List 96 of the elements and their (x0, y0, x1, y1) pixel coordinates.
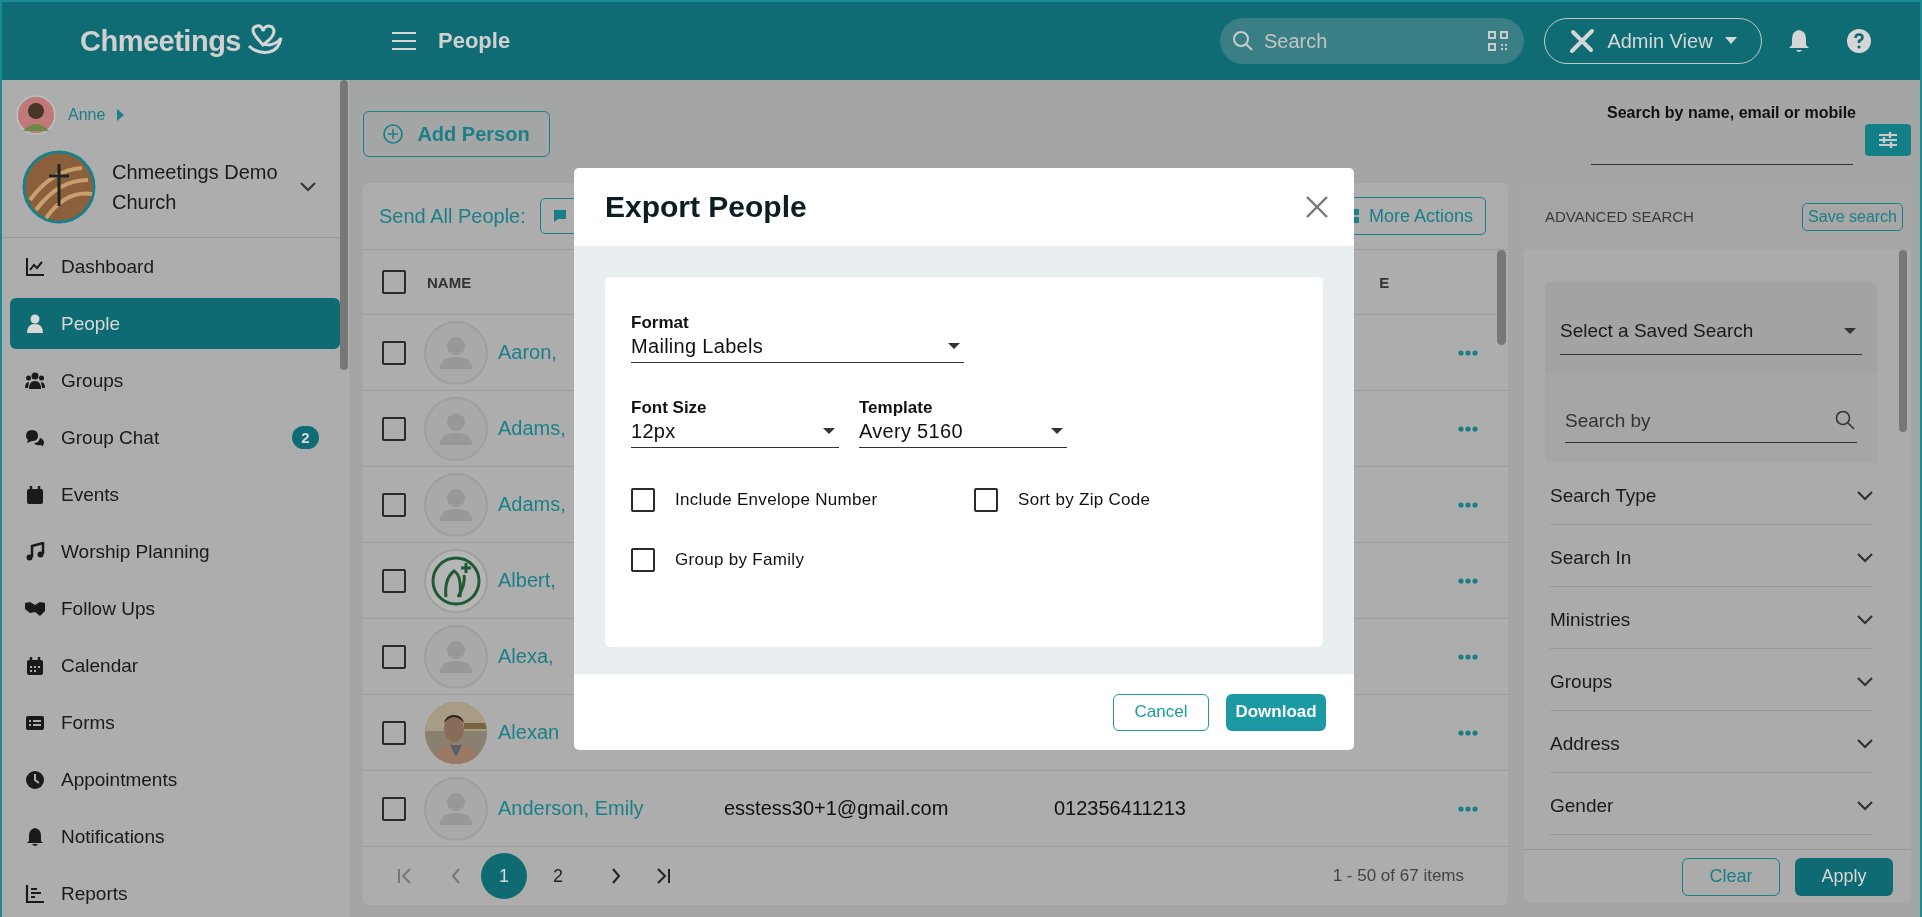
row-checkbox[interactable] (382, 340, 406, 365)
music-note-icon (25, 541, 45, 562)
avatar-icon[interactable] (16, 95, 56, 135)
filter-button[interactable] (1865, 124, 1911, 156)
search-icon (1835, 410, 1855, 430)
cancel-button[interactable]: Cancel (1113, 693, 1209, 731)
dialog-title: Export People (605, 190, 807, 224)
nav-item[interactable]: Groups (10, 355, 340, 406)
search-label: Search by name, email or mobile (1607, 104, 1856, 122)
chevron-down-icon (1857, 676, 1873, 687)
column-header: NAME (427, 273, 472, 291)
filter-section[interactable]: Search Type (1550, 463, 1873, 525)
chevron-down-icon (1857, 800, 1873, 811)
row-checkbox[interactable] (382, 416, 406, 441)
unread-badge: 2 (292, 426, 319, 449)
row-checkbox[interactable] (382, 720, 406, 745)
chevron-down-icon (1857, 738, 1873, 749)
chevron-down-icon[interactable] (300, 182, 316, 192)
caret-icon (948, 343, 960, 350)
menu-icon[interactable] (392, 31, 416, 51)
checkbox-label[interactable]: Include Envelope Number (675, 490, 878, 510)
nav-item[interactable]: Worship Planning (10, 526, 340, 577)
sliders-icon (1879, 132, 1897, 148)
checkbox-label[interactable]: Sort by Zip Code (1018, 490, 1151, 510)
checkbox-label[interactable]: Group by Family (675, 550, 805, 570)
chevron-down-icon (1857, 614, 1873, 625)
last-page-icon[interactable] (655, 868, 671, 884)
calendar-icon (25, 484, 45, 505)
nav-item[interactable]: Dashboard (10, 241, 340, 292)
next-page-icon[interactable] (611, 868, 621, 884)
row-checkbox[interactable] (382, 568, 406, 593)
pagination-summary: 1 - 50 of 67 items (1332, 866, 1464, 886)
filter-section[interactable]: Address (1550, 711, 1873, 773)
scrollbar[interactable] (1899, 250, 1907, 432)
chevron-down-icon (1857, 552, 1873, 563)
person-icon (25, 313, 45, 334)
bell-icon[interactable] (1788, 28, 1810, 54)
bell-icon (25, 826, 45, 847)
calendar-icon (25, 655, 45, 676)
checkbox[interactable] (631, 488, 655, 512)
page-button[interactable]: 1 (481, 853, 527, 899)
chat-icon (25, 427, 45, 448)
nav-item[interactable]: Calendar (10, 640, 340, 691)
checkbox[interactable] (974, 488, 998, 512)
panel-title: ADVANCED SEARCH (1545, 208, 1695, 225)
help-icon[interactable] (1846, 28, 1872, 54)
chat-icon (552, 209, 567, 223)
nav-item[interactable]: Appointments (10, 754, 340, 805)
filter-section[interactable]: Groups (1550, 649, 1873, 711)
template-select[interactable]: Template Avery 5160 (859, 398, 1067, 448)
group-icon (25, 370, 45, 391)
caret-icon (1724, 37, 1737, 45)
phone-cell: 012356411213 (1054, 797, 1186, 820)
format-select[interactable]: Format Mailing Labels (631, 313, 964, 363)
nav-item[interactable]: Reports (10, 868, 340, 917)
column-header: E (1379, 273, 1390, 291)
caret-icon (1844, 327, 1856, 335)
nav-item[interactable]: Events (10, 469, 340, 520)
logo: Chmeetings (80, 24, 241, 58)
chevron-down-icon (1857, 490, 1873, 501)
row-checkbox[interactable] (382, 796, 406, 821)
page-title: People (438, 28, 511, 54)
page-button[interactable]: 2 (535, 853, 581, 899)
select-all-checkbox[interactable] (382, 270, 406, 294)
caret-icon (1051, 428, 1063, 435)
row-checkbox[interactable] (382, 492, 406, 517)
email-cell-text: esstess30+1@gmail.com (724, 797, 950, 820)
search-by-field[interactable]: Search by (1565, 399, 1857, 443)
font-size-select[interactable]: Font Size 12px (631, 398, 839, 448)
search-box[interactable]: Search by (1545, 373, 1877, 463)
nav-item[interactable]: People (10, 298, 340, 349)
emblem-icon (424, 548, 488, 613)
clock-icon (25, 769, 45, 790)
qr-code-icon[interactable] (1488, 31, 1508, 51)
bar-chart-icon (25, 883, 45, 904)
caret-icon (823, 428, 835, 435)
filter-section[interactable]: Ministries (1550, 587, 1873, 649)
church-logo-icon (22, 150, 96, 224)
chart-icon (25, 256, 45, 277)
checkbox[interactable] (631, 548, 655, 572)
row-checkbox[interactable] (382, 644, 406, 669)
nav-item[interactable]: Forms (10, 697, 340, 748)
scrollbar[interactable] (1497, 250, 1506, 345)
search-icon (1232, 30, 1254, 52)
apply-button[interactable]: Apply (1795, 857, 1893, 896)
plus-circle-icon (383, 124, 404, 144)
nav-item[interactable]: Notifications (10, 811, 340, 862)
scrollbar[interactable] (340, 80, 348, 370)
nav-item[interactable]: Follow Ups (10, 583, 340, 634)
filter-section[interactable]: Search In (1550, 525, 1873, 587)
filter-section[interactable]: Gender (1550, 773, 1873, 835)
nav-item[interactable]: Group Chat 2 (10, 412, 340, 463)
search-field[interactable]: Search (1220, 18, 1524, 64)
close-icon[interactable] (1306, 196, 1328, 218)
church-name[interactable]: Chmeetings Demo Church (112, 157, 284, 217)
send-all-label: Send All People: (379, 204, 526, 228)
